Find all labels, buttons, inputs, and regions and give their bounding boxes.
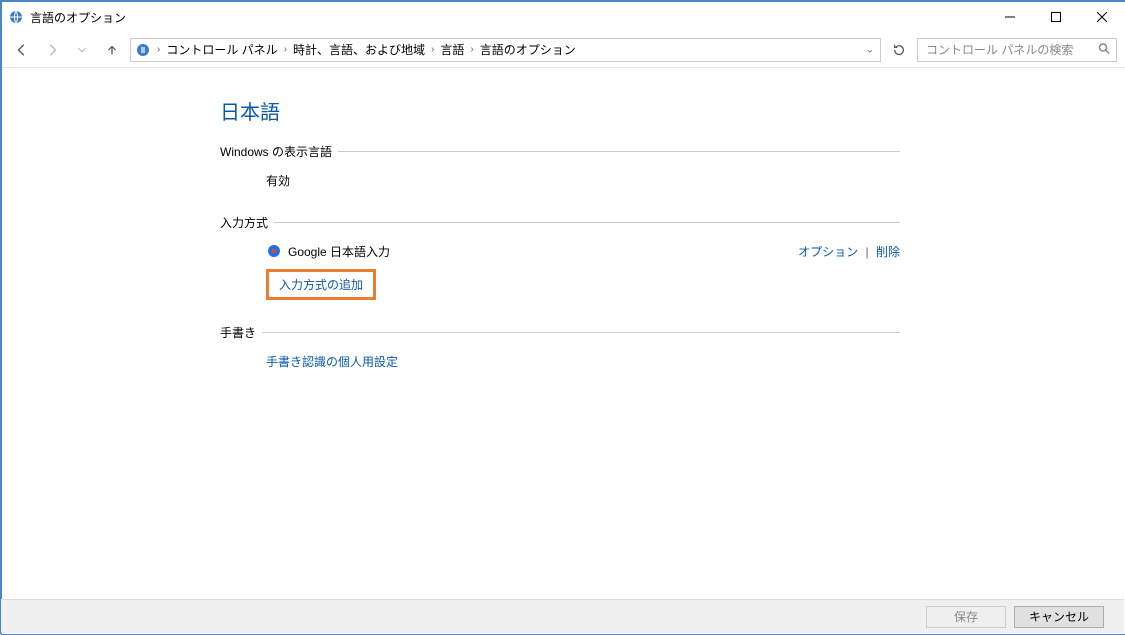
close-button[interactable] xyxy=(1079,2,1125,32)
refresh-button[interactable] xyxy=(887,38,911,62)
title-bar: 言語のオプション xyxy=(2,2,1125,32)
back-button[interactable] xyxy=(10,38,34,62)
section-handwriting: 手書き 手書き認識の個人用設定 xyxy=(220,324,900,371)
chevron-right-icon: › xyxy=(153,44,164,55)
ime-icon xyxy=(266,243,282,259)
chevron-right-icon: › xyxy=(280,44,291,55)
add-input-method-link[interactable]: 入力方式の追加 xyxy=(279,278,363,292)
divider xyxy=(262,332,900,333)
breadcrumb-item[interactable]: 時計、言語、および地域 xyxy=(291,41,427,58)
window-title: 言語のオプション xyxy=(30,9,126,26)
navigation-row: › コントロール パネル › 時計、言語、および地域 › 言語 › 言語のオプシ… xyxy=(2,32,1125,68)
content-area: 日本語 Windows の表示言語 有効 入力方式 xyxy=(2,68,1125,600)
ime-options-link[interactable]: オプション xyxy=(798,245,858,259)
search-input[interactable] xyxy=(924,42,1110,58)
minimize-button[interactable] xyxy=(987,2,1033,32)
section-display-language: Windows の表示言語 有効 xyxy=(220,143,900,190)
recent-dropdown[interactable] xyxy=(70,38,94,62)
section-title: 手書き xyxy=(220,324,262,341)
window-controls xyxy=(987,2,1125,32)
ime-remove-link[interactable]: 削除 xyxy=(876,245,900,259)
divider xyxy=(338,151,900,152)
maximize-button[interactable] xyxy=(1033,2,1079,32)
section-title: Windows の表示言語 xyxy=(220,143,338,160)
display-language-status: 有効 xyxy=(266,172,290,189)
chevron-right-icon: › xyxy=(466,44,477,55)
breadcrumb-item[interactable]: 言語のオプション xyxy=(478,41,578,58)
search-box[interactable] xyxy=(917,38,1117,62)
separator: | xyxy=(862,245,873,259)
ime-actions: オプション | 削除 xyxy=(798,243,900,260)
address-dropdown-icon[interactable]: ⌄ xyxy=(866,44,874,55)
forward-button[interactable] xyxy=(40,38,64,62)
highlight-box: 入力方式の追加 xyxy=(266,269,376,300)
save-button[interactable]: 保存 xyxy=(926,606,1006,628)
chevron-right-icon: › xyxy=(427,44,438,55)
language-heading: 日本語 xyxy=(220,96,900,125)
section-input-method: 入力方式 Google 日本語入力 オプション | 削除 xyxy=(220,214,900,300)
cancel-button[interactable]: キャンセル xyxy=(1014,606,1104,628)
breadcrumb-item[interactable]: 言語 xyxy=(438,41,466,58)
footer-bar: 保存 キャンセル xyxy=(1,599,1124,633)
handwriting-personalize-link[interactable]: 手書き認識の個人用設定 xyxy=(266,353,398,370)
control-panel-icon xyxy=(135,42,151,58)
title-bar-left: 言語のオプション xyxy=(8,9,126,26)
ime-name: Google 日本語入力 xyxy=(288,243,798,260)
section-title: 入力方式 xyxy=(220,214,274,231)
up-button[interactable] xyxy=(100,38,124,62)
app-icon xyxy=(8,9,24,25)
address-bar[interactable]: › コントロール パネル › 時計、言語、および地域 › 言語 › 言語のオプシ… xyxy=(130,38,881,62)
divider xyxy=(274,222,900,223)
search-icon xyxy=(1098,42,1110,57)
breadcrumb-item[interactable]: コントロール パネル xyxy=(164,41,279,58)
